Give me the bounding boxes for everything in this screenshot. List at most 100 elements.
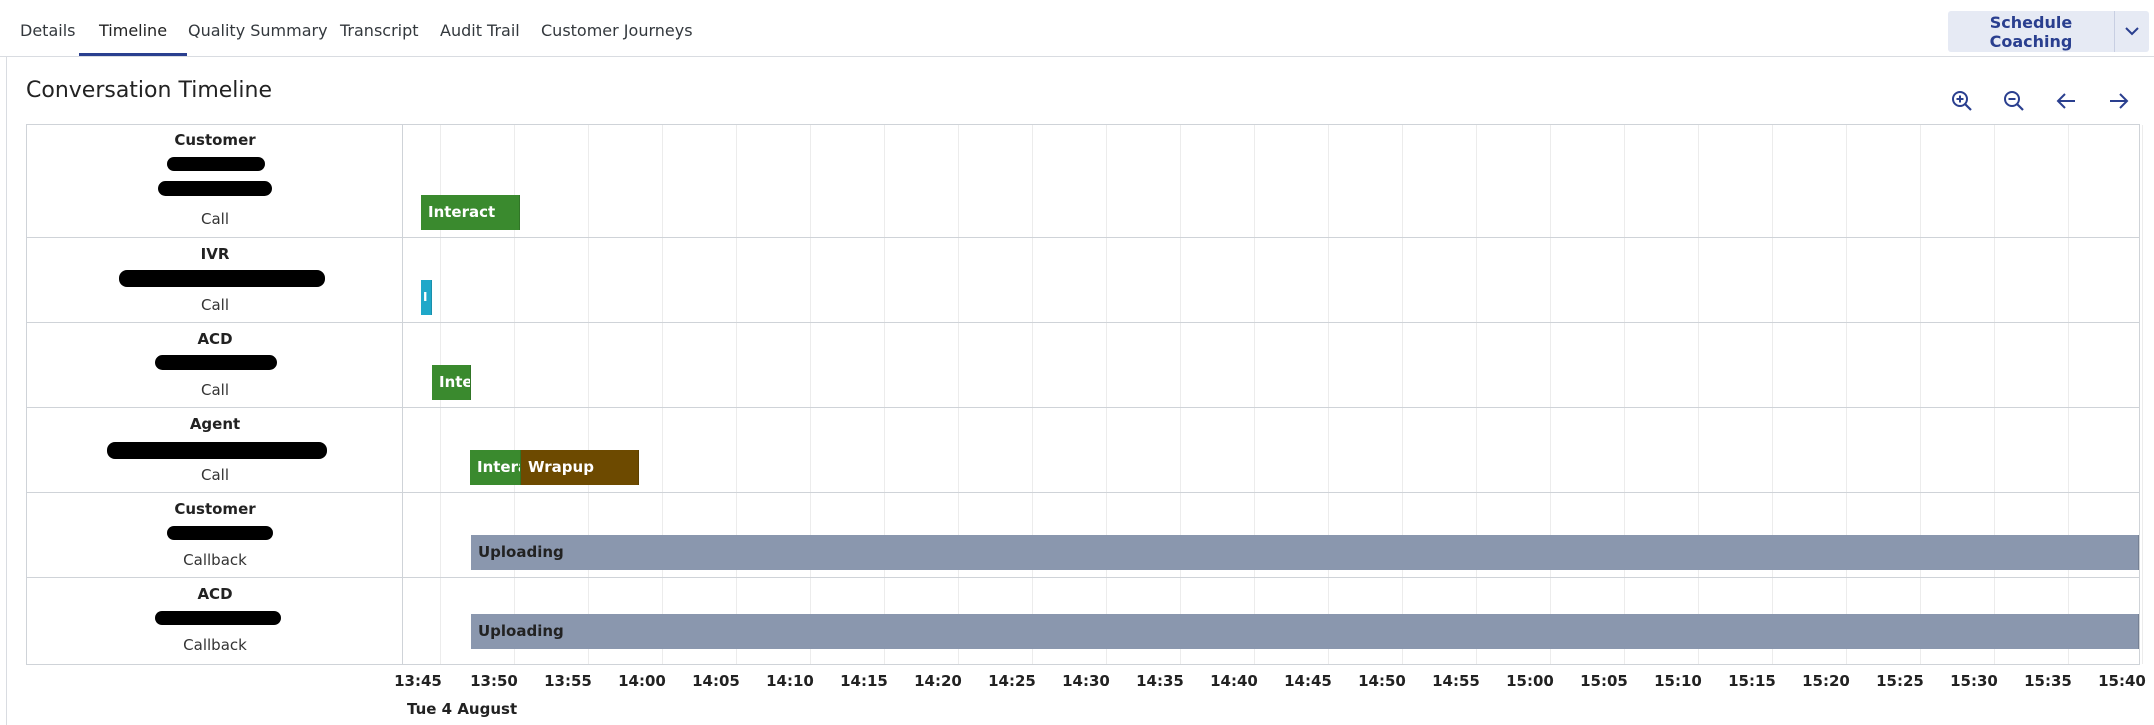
participant-media-label: Call — [27, 296, 403, 314]
tab-bar: Details Timeline Quality Summary Transcr… — [0, 0, 2154, 57]
participant-acd-call: ACD — [27, 330, 403, 348]
participant-role: Customer — [174, 500, 256, 518]
zoom-out-button[interactable] — [1999, 86, 2029, 116]
time-tick-label: 14:30 — [1062, 672, 1110, 690]
time-tick-label: 14:25 — [988, 672, 1036, 690]
row-divider — [27, 492, 2139, 493]
time-gridline — [1328, 125, 1329, 664]
timeline-date: Tue 4 August — [407, 700, 518, 718]
participant-media-label: Call — [27, 466, 403, 484]
time-gridline — [1846, 125, 1847, 664]
time-tick-label: 14:55 — [1432, 672, 1480, 690]
time-tick-label: 15:35 — [2024, 672, 2072, 690]
arrow-left-icon — [2056, 93, 2075, 109]
time-tick-label: 15:20 — [1802, 672, 1850, 690]
row-divider — [27, 664, 2139, 665]
participant-media: Callback — [183, 636, 247, 654]
row-divider — [27, 407, 2139, 408]
timeline-grid: Customer Call Interact IVR Call I ACD Ca… — [26, 124, 2143, 665]
time-gridline — [1476, 125, 1477, 664]
time-gridline — [1402, 125, 1403, 664]
participant-customer-call: Customer — [27, 131, 403, 149]
redacted-name — [119, 270, 325, 287]
time-tick-label: 15:40 — [2098, 672, 2146, 690]
segment-interact[interactable]: Interact — [470, 450, 521, 485]
participant-agent-call: Agent — [27, 415, 403, 433]
time-gridline — [810, 125, 811, 664]
redacted-name — [155, 611, 281, 625]
time-tick-label: 14:00 — [618, 672, 666, 690]
time-tick-label: 14:10 — [766, 672, 814, 690]
zoom-in-button[interactable] — [1947, 86, 1977, 116]
time-tick-label: 14:05 — [692, 672, 740, 690]
time-tick-label: 15:30 — [1950, 672, 1998, 690]
time-gridline — [1032, 125, 1033, 664]
time-gridline — [1994, 125, 1995, 664]
time-tick-label: 13:55 — [544, 672, 592, 690]
time-tick-label: 14:35 — [1136, 672, 1184, 690]
tab-customer-journeys[interactable]: Customer Journeys — [521, 0, 713, 56]
redacted-name — [158, 181, 272, 196]
schedule-coaching-group: Schedule Coaching — [1948, 11, 2149, 52]
participant-acd-callback: ACD — [27, 585, 403, 603]
time-tick-label: 15:00 — [1506, 672, 1554, 690]
participant-media-label: Call — [27, 381, 403, 399]
time-gridline — [736, 125, 737, 664]
participant-role: Agent — [189, 415, 241, 433]
schedule-coaching-button[interactable]: Schedule Coaching — [1948, 11, 2114, 52]
participant-media: Call — [200, 210, 229, 228]
participant-ivr-call: IVR — [27, 245, 403, 263]
segment-uploading[interactable]: Uploading — [471, 535, 2139, 570]
time-tick-label: 14:20 — [914, 672, 962, 690]
time-gridline — [1180, 125, 1181, 664]
time-gridline — [1106, 125, 1107, 664]
time-gridline — [588, 125, 589, 664]
page-title: Conversation Timeline — [26, 78, 272, 103]
redacted-name — [107, 442, 327, 459]
segment-wrapup[interactable]: Wrapup — [521, 450, 639, 485]
participant-role: ACD — [197, 330, 233, 348]
row-divider — [27, 322, 2139, 323]
time-tick-label: 15:05 — [1580, 672, 1628, 690]
chevron-down-icon — [2125, 27, 2139, 36]
zoom-out-icon — [2004, 91, 2024, 111]
row-divider — [27, 237, 2139, 238]
redacted-name — [155, 355, 277, 370]
time-tick-label: 13:50 — [470, 672, 518, 690]
redacted-name — [167, 526, 273, 540]
participant-media: Callback — [183, 551, 247, 569]
participant-media: Call — [200, 296, 229, 314]
participant-media-label: Call — [27, 210, 403, 228]
time-gridline — [1254, 125, 1255, 664]
time-gridline — [1698, 125, 1699, 664]
row-divider — [27, 577, 2139, 578]
time-gridline — [958, 125, 959, 664]
participant-role: ACD — [197, 585, 233, 603]
time-tick-label: 15:15 — [1728, 672, 1776, 690]
segment-uploading[interactable]: Uploading — [471, 614, 2139, 649]
schedule-coaching-menu-button[interactable] — [2114, 11, 2149, 52]
participant-media-label: Callback — [27, 636, 403, 654]
time-tick-label: 14:45 — [1284, 672, 1332, 690]
participant-role: Customer — [174, 131, 256, 149]
time-tick-label: 14:50 — [1358, 672, 1406, 690]
time-gridline — [1920, 125, 1921, 664]
participant-media: Call — [200, 381, 229, 399]
participant-role: IVR — [200, 245, 230, 263]
segment-ivr[interactable]: I — [421, 280, 432, 315]
scroll-right-button[interactable] — [2104, 86, 2134, 116]
time-gridline — [662, 125, 663, 664]
time-tick-label: 13:45 — [394, 672, 442, 690]
time-gridline — [1772, 125, 1773, 664]
time-tick-label: 15:25 — [1876, 672, 1924, 690]
time-gridline — [884, 125, 885, 664]
segment-interact[interactable]: Interact — [432, 365, 471, 400]
arrow-right-icon — [2110, 93, 2129, 109]
participant-media: Call — [200, 466, 229, 484]
time-tick-label: 14:15 — [840, 672, 888, 690]
segment-interact[interactable]: Interact — [421, 195, 520, 230]
time-gridline — [1550, 125, 1551, 664]
participant-media-label: Callback — [27, 551, 403, 569]
scroll-left-button[interactable] — [2051, 86, 2081, 116]
time-gridline — [2142, 125, 2143, 664]
